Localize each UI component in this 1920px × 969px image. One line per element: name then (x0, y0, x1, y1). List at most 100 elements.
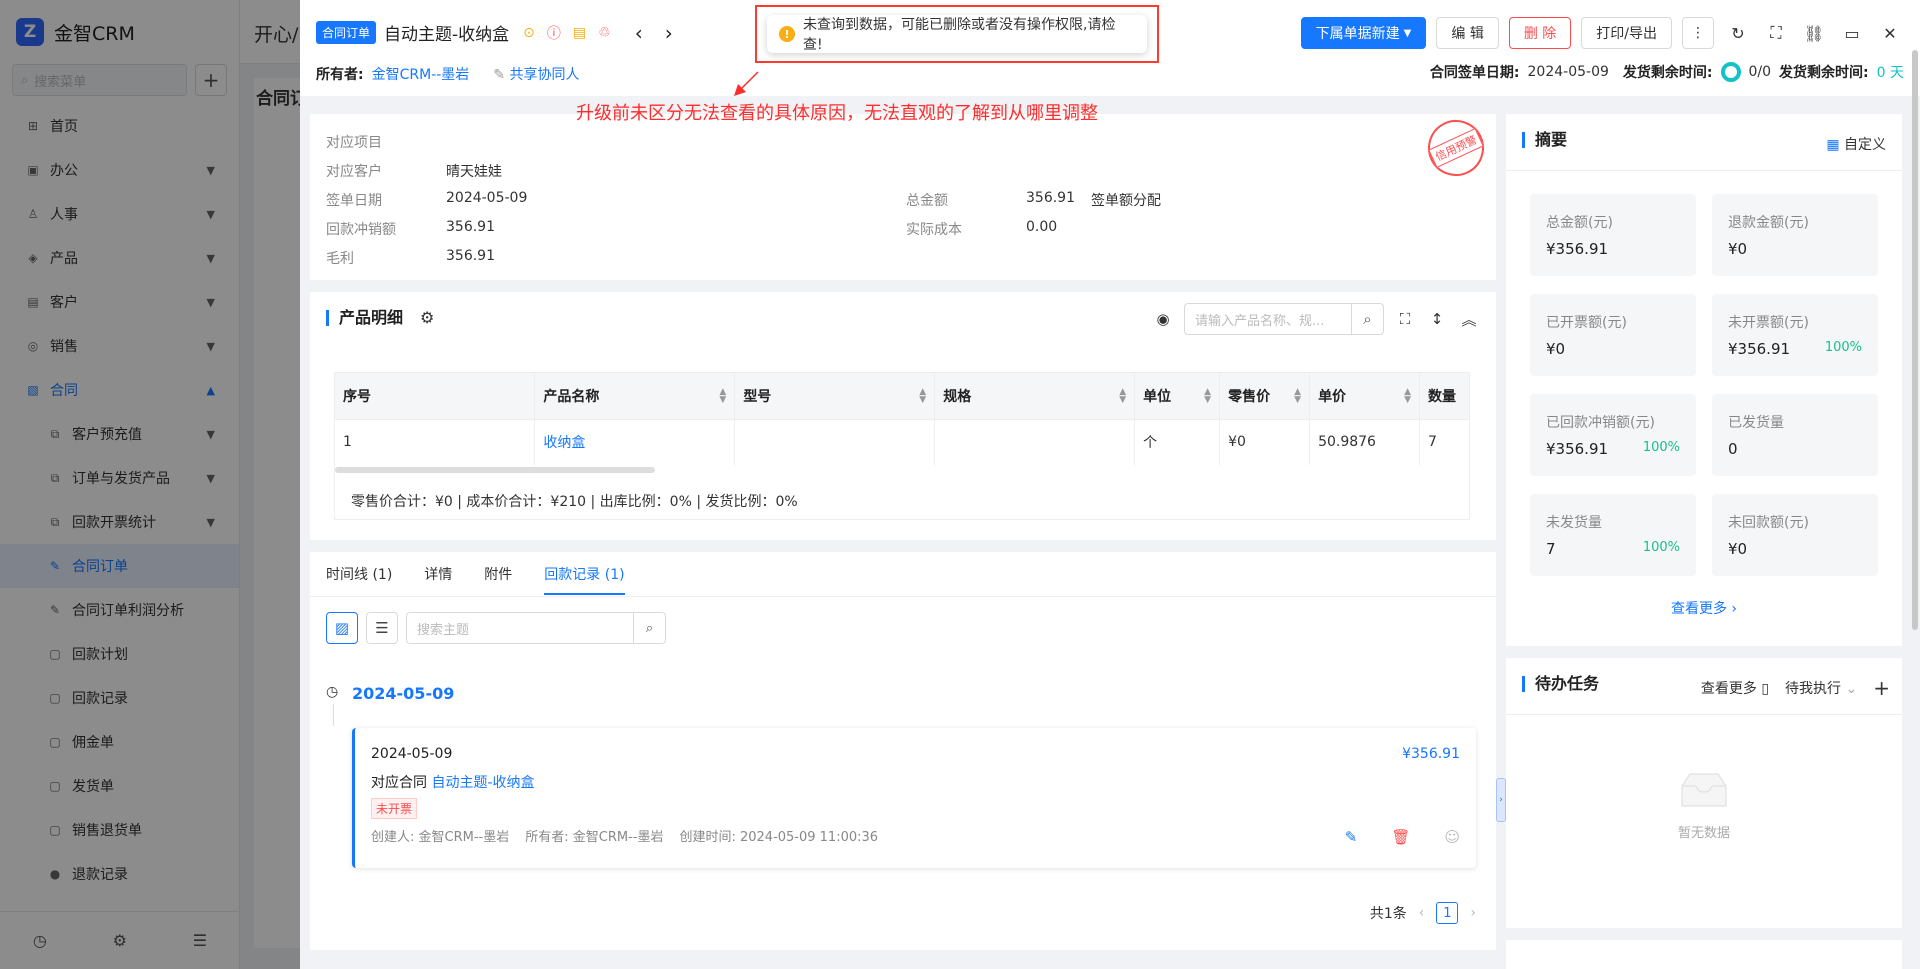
detail-drawer: 合同订单 自动主题-收纳盒 ⊙ ⓘ ▤ ♲ ‹ › 所有者: 金智CRM--墨岩… (300, 0, 1920, 969)
tab-attachments[interactable]: 附件 (484, 564, 512, 584)
product-search-placeholder: 请输入产品名称、规... (1195, 313, 1325, 329)
project-label: 对应项目 (326, 135, 382, 151)
contract-link[interactable]: 自动主题-收纳盒 (431, 775, 534, 791)
customer-link[interactable]: 晴天娃娃 (446, 161, 502, 181)
record-contract: 对应合同 自动主题-收纳盒 (371, 772, 535, 792)
fullscreen-icon[interactable]: ⛶ (1762, 23, 1790, 43)
edit-button[interactable]: 编 辑 (1436, 17, 1499, 49)
product-title: 产品明细 (326, 310, 403, 326)
record-search-input[interactable]: 搜索主题 ⌕ (406, 612, 666, 644)
view-more-link[interactable]: 查看更多 › (1506, 598, 1902, 618)
total-allocation[interactable]: 签单额分配 (1091, 190, 1161, 210)
record-owner: 所有者: 金智CRM--墨岩 (525, 830, 664, 845)
column-header[interactable]: 型号 ▲ ▼ (734, 373, 936, 419)
fullscreen-icon[interactable]: ⛶ (1394, 310, 1416, 328)
share-label: 共享协同人 (509, 67, 580, 83)
close-icon[interactable]: ✕ (1876, 24, 1904, 43)
next-page-icon[interactable]: › (1470, 905, 1476, 921)
edit-icon[interactable]: ✎ (1345, 828, 1358, 846)
sort-icon[interactable]: ▲ ▼ (1404, 388, 1411, 405)
delete-icon[interactable]: 🗑 (1391, 828, 1410, 846)
owner-label: 所有者: (316, 67, 364, 83)
tab-timeline[interactable]: 时间线 (1) (326, 564, 392, 584)
basic-info-card: 对应项目 对应客户 晴天娃娃 签单日期 2024-05-09 总金额 356.91 签单… (310, 110, 1496, 280)
todo-filter-label: 待我执行 (1785, 681, 1842, 697)
search-icon[interactable]: ⌕ (1351, 304, 1383, 334)
share-collaborators-button[interactable]: ✎ 共享协同人 (493, 64, 579, 84)
record-meta: 创建人: 金智CRM--墨岩 所有者: 金智CRM--墨岩 创建时间: 2024… (371, 826, 878, 845)
note-icon[interactable]: ▤ (573, 25, 586, 41)
page-1-button[interactable]: 1 (1436, 902, 1459, 924)
column-header[interactable]: 单位 ▲ ▼ (1134, 373, 1221, 419)
customize-label: 自定义 (1844, 137, 1886, 153)
table-cell: 50.9876 (1309, 418, 1421, 465)
horizontal-scrollbar[interactable] (335, 467, 655, 473)
total-label: 总金额 (906, 193, 948, 209)
print-export-button[interactable]: 打印/导出 (1581, 17, 1672, 49)
gear-icon[interactable]: ⚙ (420, 308, 434, 327)
column-header[interactable]: 规格 ▲ ▼ (934, 373, 1136, 419)
stat-card: 未发货量 7 100% (1530, 494, 1696, 576)
alert-icon[interactable]: ⓘ (547, 23, 561, 43)
todo-filter-select[interactable]: 待我执行 ⌄ (1785, 678, 1857, 698)
list-view-icon[interactable]: ☰ (366, 612, 398, 644)
stat-card: 已回款冲销额(元) ¥356.91 100% (1530, 394, 1696, 476)
doc-type-tag: 合同订单 (316, 21, 377, 44)
clock-icon: ◷ (326, 684, 339, 700)
sort-icon[interactable]: ▲ ▼ (1294, 388, 1301, 405)
vertical-scrollbar[interactable] (1912, 50, 1918, 630)
delete-button[interactable]: 删 除 (1508, 17, 1572, 49)
todo-more-label: 查看更多 (1700, 681, 1757, 697)
refresh-icon[interactable]: ↻ (1724, 24, 1752, 43)
record-date: 2024-05-09 (371, 746, 453, 762)
stat-card: 未开票额(元) ¥356.91 100% (1712, 294, 1878, 376)
sort-icon[interactable]: ▲ ▼ (919, 388, 926, 405)
column-header[interactable]: 零售价 ▲ ▼ (1219, 373, 1311, 419)
cost-label: 实际成本 (906, 222, 962, 238)
product-search-input[interactable]: 请输入产品名称、规... ⌕ (1184, 303, 1384, 335)
product-table: 序号 产品名称 ▲ ▼ 型号 ▲ ▼ 规格 ▲ ▼ 单位 ▲ ▼ 零售价 ▲ ▼ 单价 ▲ ▼ 数量 1… (334, 372, 1470, 520)
prev-record-icon[interactable]: ‹ (635, 21, 643, 45)
column-header: 序号 (335, 373, 536, 419)
tabs-divider (310, 596, 1496, 597)
table-cell: 个 (1134, 418, 1221, 465)
sort-icon[interactable]: ▲ ▼ (719, 388, 726, 405)
stat-card: 退款金额(元) ¥0 (1712, 194, 1878, 276)
more-icon[interactable]: ⋮ (1682, 17, 1714, 49)
follow-icon[interactable]: ⊙ (523, 25, 535, 41)
add-todo-icon[interactable]: + (1873, 676, 1890, 700)
new-sub-document-button[interactable]: 下属单据新建 ▼ (1300, 17, 1427, 49)
summary-title: 摘要 (1522, 132, 1567, 148)
summary-divider (1506, 170, 1902, 171)
emoji-icon[interactable]: ☺ (1444, 828, 1460, 846)
prev-page-icon[interactable]: ‹ (1419, 905, 1425, 921)
next-record-icon[interactable]: › (665, 21, 673, 45)
tab-details[interactable]: 详情 (424, 564, 452, 584)
todo-view-more[interactable]: 查看更多 ▯ (1701, 678, 1769, 698)
dock-icon[interactable]: ▭ (1838, 24, 1866, 43)
sort-icon[interactable]: ▲ ▼ (1204, 388, 1211, 405)
column-header[interactable]: 产品名称 ▲ ▼ (534, 373, 736, 419)
todo-title: 待办任务 (1522, 676, 1599, 692)
owner-value[interactable]: 金智CRM--墨岩 (372, 64, 470, 84)
product-name-link[interactable]: 收纳盒 (534, 418, 736, 465)
table-cell: ¥0 (1219, 418, 1311, 465)
record-icon[interactable]: ◉ (1152, 310, 1174, 328)
search-icon[interactable]: ⌕ (633, 613, 665, 643)
column-header[interactable]: 单价 ▲ ▼ (1309, 373, 1421, 419)
progress-ring-icon (1720, 62, 1741, 82)
link-icon[interactable]: ⛓ (1800, 24, 1828, 43)
table-summary: 零售价合计：¥0 | 成本价合计：¥210 | 出库比例：0% | 发货比例：0… (351, 494, 798, 510)
new-sub-label: 下属单据新建 (1315, 26, 1400, 42)
warning-toast: ! 未查询到数据，可能已删除或者没有操作权限,请检查! (767, 15, 1147, 53)
stamp-text: 信用预警 (1428, 127, 1484, 169)
annotation-arrow-icon (734, 71, 759, 96)
customize-button[interactable]: ▦ 自定义 (1826, 134, 1886, 154)
recycle-icon[interactable]: ♲ (598, 25, 611, 41)
collapse-panel-handle[interactable]: › (1496, 778, 1506, 822)
tab-payment-records[interactable]: 回款记录 (1) (544, 564, 625, 595)
expand-vertical-icon[interactable]: ↕ (1426, 310, 1448, 328)
collapse-up-icon[interactable]: ︽ (1458, 309, 1480, 330)
sort-icon[interactable]: ▲ ▼ (1119, 388, 1126, 405)
timeline-view-icon[interactable]: ▨ (326, 612, 358, 644)
